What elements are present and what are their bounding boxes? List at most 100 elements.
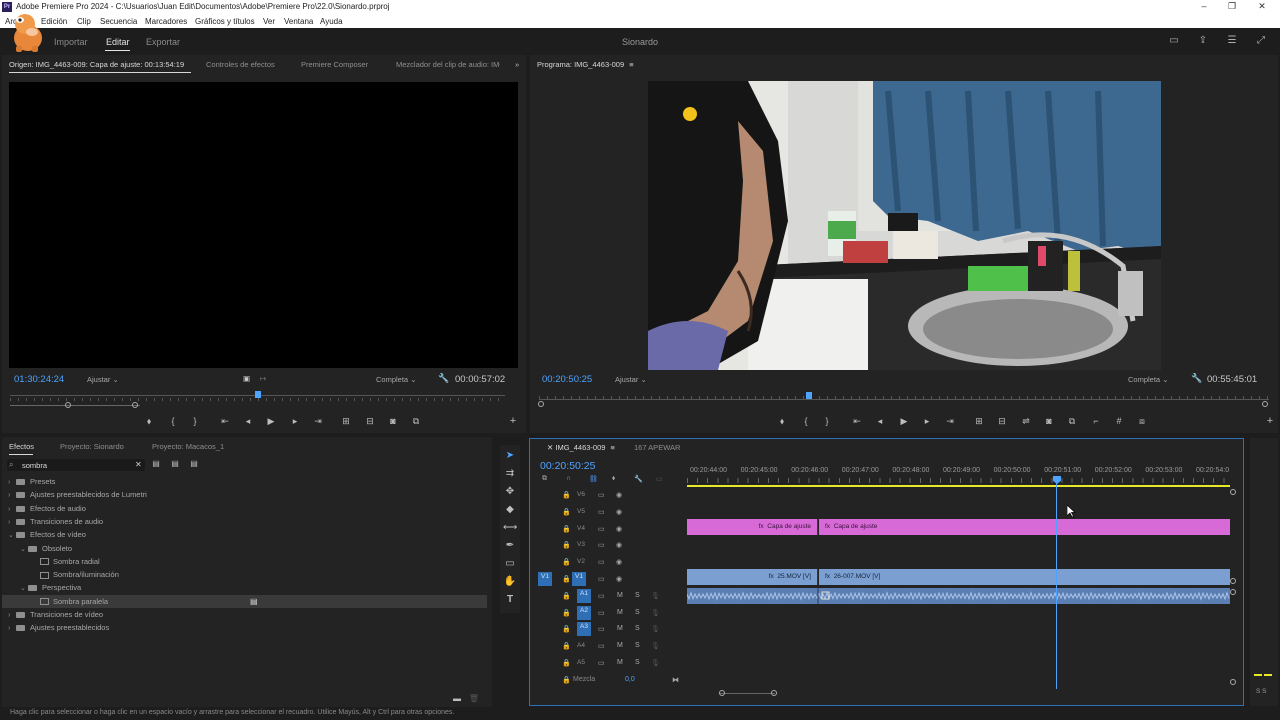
mute-button[interactable]: M [617, 592, 623, 599]
zoom-handle-left[interactable] [65, 402, 71, 408]
vertical-zoom-handle[interactable] [1230, 589, 1236, 595]
menu-graficos[interactable]: Gráficos y títulos [195, 17, 255, 26]
extract-icon[interactable]: ⊟ [995, 415, 1009, 427]
fullscreen-icon[interactable]: ⤢ [1255, 36, 1267, 46]
mark-out-icon[interactable]: } [820, 415, 834, 427]
menu-ayuda[interactable]: Ayuda [320, 17, 343, 26]
chevron-right-icon[interactable]: › [8, 492, 16, 499]
chevron-right-icon[interactable]: › [8, 519, 16, 526]
voiceover-record-icon[interactable]: 🎙 [651, 659, 660, 667]
minimize-button[interactable]: – [1194, 1, 1214, 13]
track-label-a3[interactable]: A3 [577, 622, 591, 637]
effect-item[interactable]: Sombra radial [2, 555, 487, 568]
chevron-right-icon[interactable]: › [8, 506, 16, 513]
track-select-tool-icon[interactable]: ⇉ [503, 467, 517, 481]
solo-button[interactable]: S [635, 659, 640, 666]
sync-lock-icon[interactable]: ▭ [598, 558, 605, 566]
chevron-right-icon[interactable]: › [8, 612, 16, 619]
grid-icon[interactable]: # [1112, 415, 1126, 427]
source-timecode[interactable]: 01:30:24:24 [14, 374, 64, 385]
chevron-right-icon[interactable]: › [8, 625, 16, 632]
zoom-handle-left[interactable] [538, 401, 544, 407]
eye-icon[interactable]: ◉ [616, 541, 622, 549]
lock-track-icon[interactable]: 🔒 [562, 525, 571, 533]
export-frame-icon[interactable]: ◙ [386, 415, 400, 427]
safe-margins-icon[interactable]: ⌐ [1089, 415, 1103, 427]
program-playhead[interactable] [806, 392, 813, 399]
track-label-a1[interactable]: A1 [577, 588, 591, 603]
effects-folder[interactable]: › Transiciones de vídeo [2, 608, 487, 621]
linked-selection-icon[interactable]: ⛓ [589, 475, 598, 483]
adjustment-layer-clip[interactable]: fx Capa de ajuste [687, 519, 818, 535]
effects-folder[interactable]: ⌄ Perspectiva [2, 581, 487, 594]
captions-icon[interactable]: ▭ [656, 475, 663, 483]
marker-icon[interactable]: ⬧ [142, 415, 156, 427]
tab-project-macacos[interactable]: Proyecto: Macacos_1 [152, 442, 224, 451]
sync-lock-icon[interactable]: ▭ [598, 625, 605, 633]
timeline-settings-icon[interactable]: 🔧 [634, 475, 643, 483]
tab-premiere-composer[interactable]: Premiere Composer [301, 60, 368, 69]
sync-lock-icon[interactable]: ▭ [598, 642, 605, 650]
track-label-a5[interactable]: A5 [577, 659, 585, 666]
go-to-out-icon[interactable]: ⇥ [943, 415, 957, 427]
tab-program[interactable]: Programa: IMG_4463-009 ≡ [537, 60, 634, 69]
razor-tool-icon[interactable]: ◆ [503, 503, 517, 517]
sync-lock-icon[interactable]: ▭ [598, 525, 605, 533]
insert-icon[interactable]: ↦ [260, 374, 266, 383]
effects-folder[interactable]: › Efectos de audio [2, 502, 487, 515]
lock-track-icon[interactable]: 🔒 [562, 491, 571, 499]
32bit-effects-icon[interactable]: ▤ [168, 458, 182, 470]
multicam-icon[interactable]: ⧉ [409, 415, 423, 427]
new-folder-icon[interactable]: ▬ [450, 693, 464, 705]
tab-project-sionardo[interactable]: Proyecto: Sionardo [60, 442, 124, 451]
nest-icon[interactable]: ⧉ [542, 475, 547, 483]
eye-icon[interactable]: ◉ [616, 575, 622, 583]
source-patch-v1[interactable]: V1 [538, 572, 552, 586]
marker-icon[interactable]: ⬧ [775, 415, 789, 427]
eye-icon[interactable]: ◉ [616, 508, 622, 516]
lock-track-icon[interactable]: 🔒 [562, 659, 571, 667]
vertical-zoom-handle[interactable] [1230, 578, 1236, 584]
adjustment-layer-clip[interactable]: fx Capa de ajuste [819, 519, 1230, 535]
step-forward-icon[interactable]: ▸ [920, 415, 934, 427]
mark-in-icon[interactable]: { [166, 415, 180, 427]
source-quality-select[interactable]: Completa ⌄ [376, 375, 417, 384]
yuv-effects-icon[interactable]: ▤ [187, 458, 201, 470]
track-label-a2[interactable]: A2 [577, 605, 591, 620]
program-quality-select[interactable]: Completa ⌄ [1128, 375, 1169, 384]
selection-tool-icon[interactable]: ➤ [503, 449, 517, 463]
zoom-handle-right[interactable] [132, 402, 138, 408]
effects-folder[interactable]: › Ajustes preestablecidos [2, 621, 487, 634]
type-tool-icon[interactable]: T [503, 593, 517, 607]
tab-effect-controls[interactable]: Controles de efectos [206, 60, 275, 69]
panel-menu-icon[interactable]: ≡ [611, 443, 615, 452]
delete-icon[interactable]: 🗑 [467, 693, 481, 705]
trim-icon[interactable]: ⇌ [1019, 415, 1033, 427]
scroll-handle-right[interactable] [771, 690, 777, 696]
drop-video-icon[interactable]: ▣ [243, 374, 250, 383]
tab-source[interactable]: Origen: IMG_4463-009: Capa de ajuste: 00… [9, 60, 184, 69]
source-fit-select[interactable]: Ajustar ⌄ [87, 375, 119, 384]
vr-video-icon[interactable]: ⧈ [1135, 415, 1149, 427]
mark-out-icon[interactable]: } [188, 415, 202, 427]
voiceover-record-icon[interactable]: 🎙 [651, 609, 660, 617]
sync-lock-icon[interactable]: ▭ [598, 541, 605, 549]
lock-track-icon[interactable]: 🔒 [562, 642, 571, 650]
go-to-out-icon[interactable]: ⇥ [311, 415, 325, 427]
voiceover-record-icon[interactable]: 🎙 [651, 642, 660, 650]
video-clip[interactable]: fx 26-007.MOV [V] [819, 569, 1230, 585]
settings-wrench-icon[interactable]: 🔧 [438, 373, 449, 384]
menu-ver[interactable]: Ver [263, 17, 275, 26]
eye-icon[interactable]: ◉ [616, 491, 622, 499]
timeline-ruler[interactable]: 00:20:44:00 00:20:45:00 00:20:46:00 00:20:4… [687, 465, 1232, 487]
mix-value[interactable]: 0,0 [625, 676, 635, 683]
lock-track-icon[interactable]: 🔒 [562, 592, 571, 600]
chevron-down-icon[interactable]: ⌄ [20, 545, 28, 553]
overwrite-clip-icon[interactable]: ⊟ [363, 415, 377, 427]
lock-track-icon[interactable]: 🔒 [562, 676, 571, 684]
pen-tool-icon[interactable]: ✒ [503, 539, 517, 553]
menu-marcadores[interactable]: Marcadores [145, 17, 187, 26]
sync-lock-icon[interactable]: ▭ [598, 508, 605, 516]
eye-icon[interactable]: ◉ [616, 525, 622, 533]
step-back-icon[interactable]: ◂ [241, 415, 255, 427]
